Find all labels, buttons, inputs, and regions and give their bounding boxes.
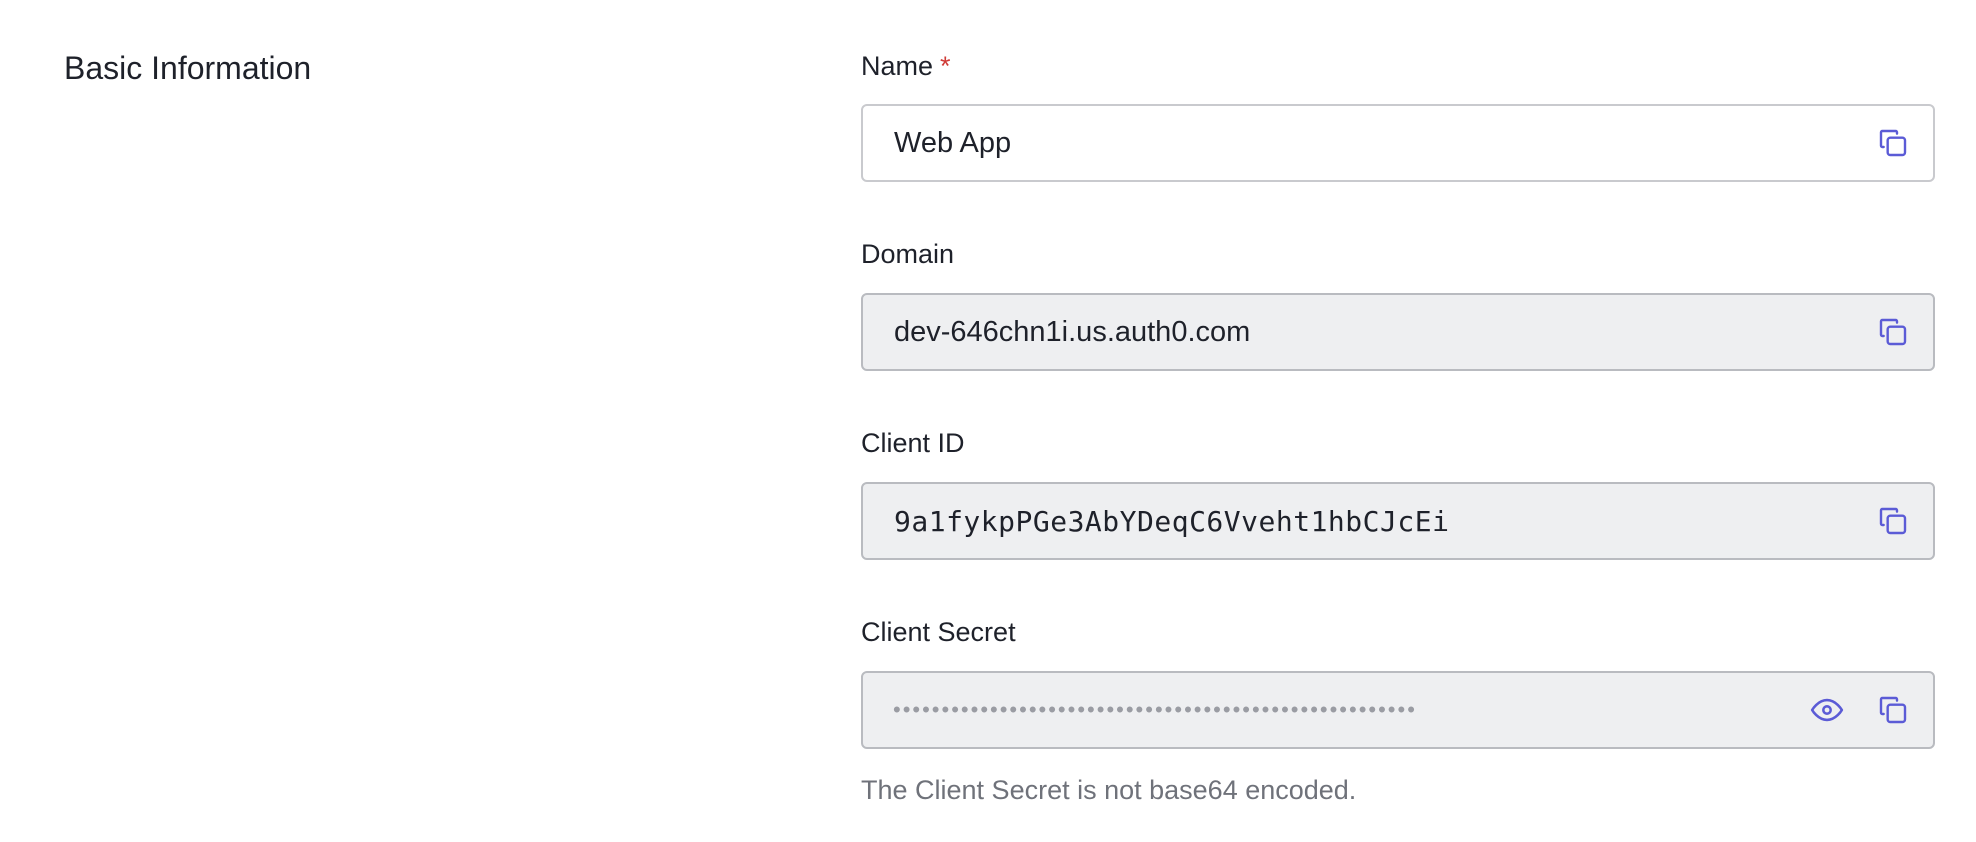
copy-icon[interactable] <box>1873 501 1913 541</box>
name-label-text: Name <box>861 51 934 81</box>
copy-icon[interactable] <box>1873 123 1913 163</box>
copy-icon[interactable] <box>1873 690 1913 730</box>
name-label: Name * <box>861 46 951 86</box>
domain-label-text: Domain <box>861 239 955 269</box>
name-input[interactable]: Web App <box>863 127 1873 160</box>
client-id-label-text: Client ID <box>861 428 965 458</box>
client-id-field[interactable]: 9a1fykpPGe3AbYDeqC6Vveht1hbCJcEi <box>861 482 1935 560</box>
client-secret-help-text: The Client Secret is not base64 encoded. <box>861 775 1357 805</box>
copy-icon[interactable] <box>1873 312 1913 352</box>
section-title: Basic Information <box>64 50 312 86</box>
required-indicator: * <box>940 51 951 81</box>
client-secret-masked-value[interactable]: ••••••••••••••••••••••••••••••••••••••••… <box>863 697 1807 723</box>
client-id-label: Client ID <box>861 423 965 463</box>
domain-value[interactable]: dev-646chn1i.us.auth0.com <box>863 316 1873 349</box>
client-secret-field[interactable]: ••••••••••••••••••••••••••••••••••••••••… <box>861 671 1935 749</box>
settings-page: Basic Information Name * Web App Domain … <box>0 0 1976 842</box>
domain-label: Domain <box>861 234 954 274</box>
client-secret-label: Client Secret <box>861 612 1016 652</box>
name-field[interactable]: Web App <box>861 104 1935 182</box>
client-id-value[interactable]: 9a1fykpPGe3AbYDeqC6Vveht1hbCJcEi <box>863 505 1873 538</box>
domain-field[interactable]: dev-646chn1i.us.auth0.com <box>861 293 1935 371</box>
client-secret-label-text: Client Secret <box>861 617 1016 647</box>
eye-icon[interactable] <box>1807 690 1847 730</box>
